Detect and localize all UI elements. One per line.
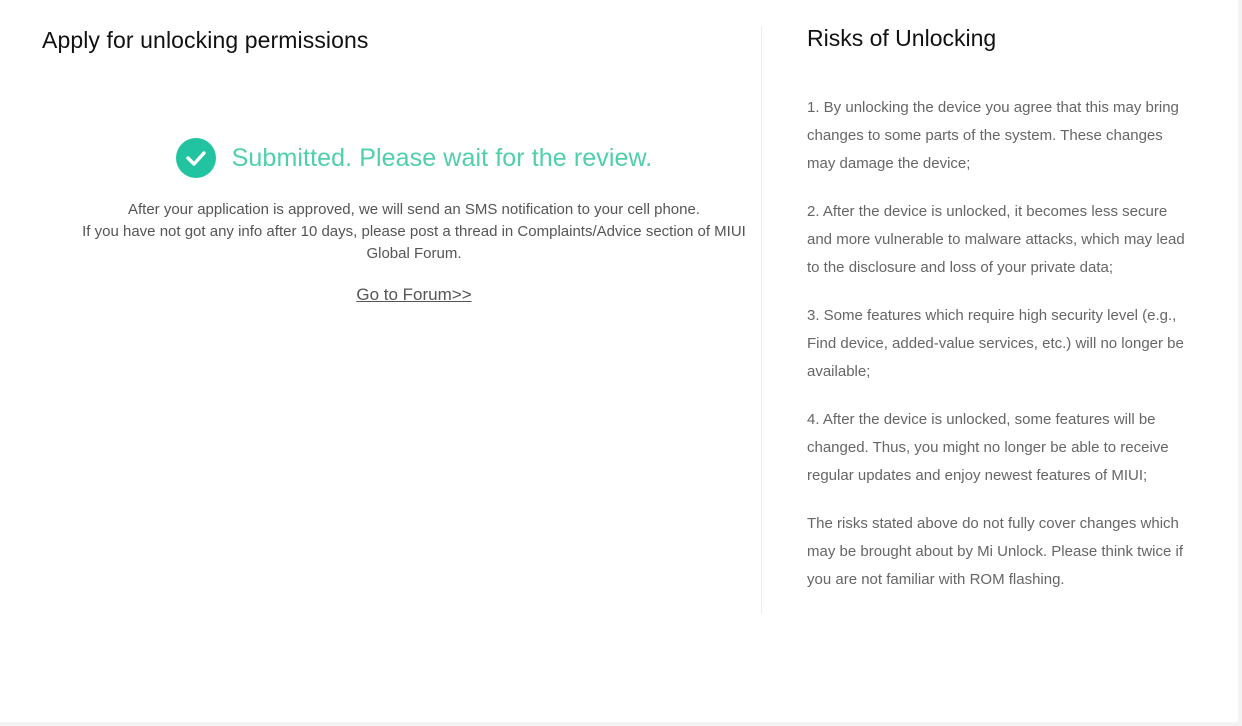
status-message: Submitted. Please wait for the review. [231,143,653,172]
page-bottom-edge [0,722,1242,726]
page-title: Apply for unlocking permissions [42,27,369,53]
approval-info: After your application is approved, we w… [72,199,756,265]
risk-disclaimer: The risks stated above do not fully cove… [807,515,1184,588]
info-line-forum: If you have not got any info after 10 da… [82,223,746,262]
risk-item: 3. Some features which require high secu… [807,307,1184,380]
risk-list: 1. By unlocking the device you agree tha… [807,94,1193,614]
check-circle-icon [175,138,216,178]
risk-item: 1. By unlocking the device you agree tha… [807,99,1179,172]
go-to-forum-link[interactable]: Go to Forum>> [0,285,828,305]
risks-title: Risks of Unlocking [807,25,997,51]
info-line-sms: After your application is approved, we w… [128,201,700,218]
application-panel: Apply for unlocking permissions Submitte… [0,0,762,726]
page-gutter [1238,0,1242,726]
risk-item: 2. After the device is unlocked, it beco… [807,203,1185,276]
risk-item: 4. After the device is unlocked, some fe… [807,411,1169,484]
submission-status: Submitted. Please wait for the review. [0,138,828,178]
panel-divider [761,26,762,614]
